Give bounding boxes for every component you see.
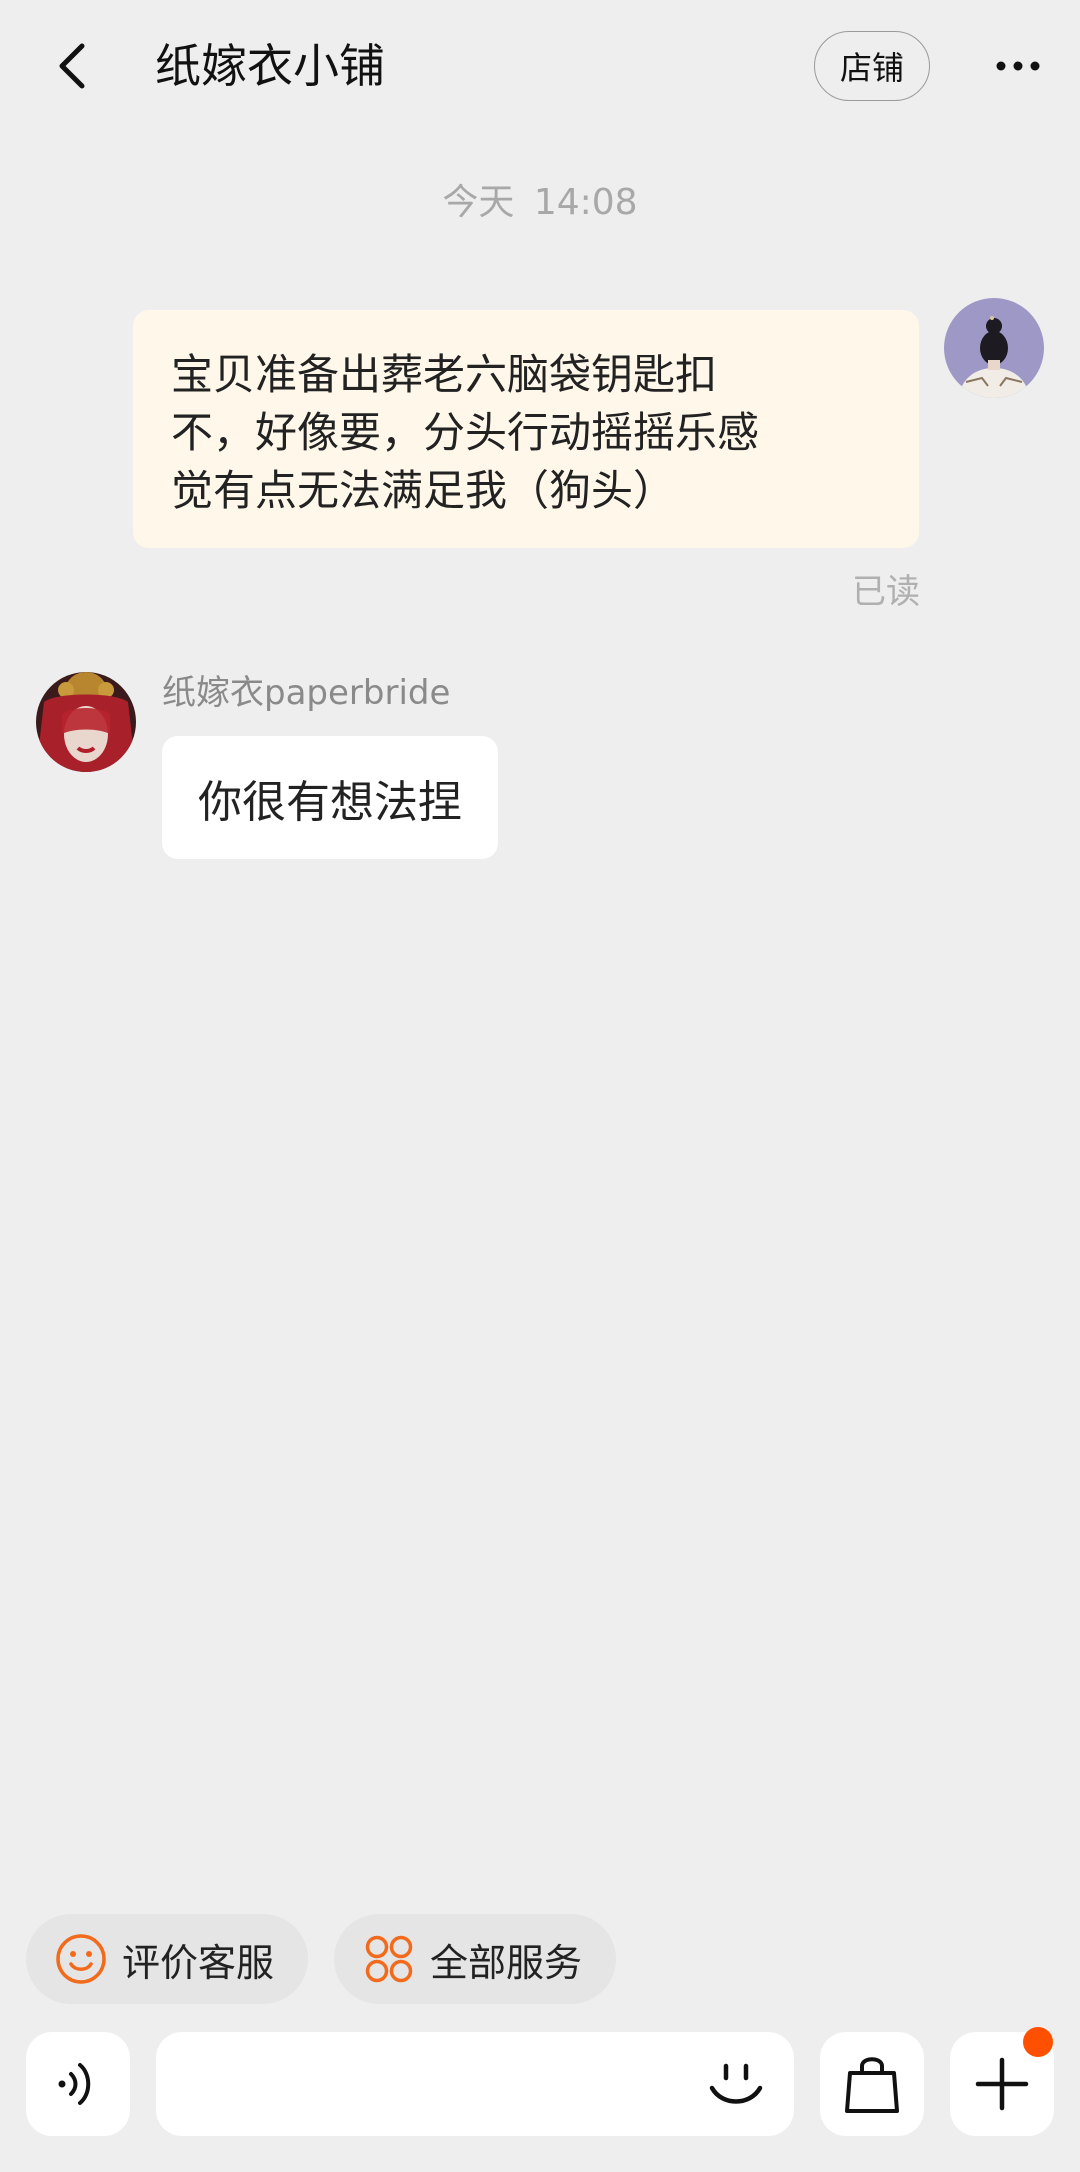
read-status: 已读 [852,572,920,612]
incoming-message-bubble[interactable]: 你很有想法捏 [162,736,498,859]
chevron-left-icon [59,43,85,89]
voice-button[interactable] [26,2032,130,2136]
chat-timestamp: 今天 14:08 [442,182,638,223]
more-button[interactable] [986,34,1050,98]
emoji-button[interactable] [700,2048,772,2120]
sender-name: 纸嫁衣paperbride [162,673,451,713]
smiley-icon [54,1932,108,1986]
shopping-bag-button[interactable] [820,2032,924,2136]
shop-button[interactable]: 店铺 [814,31,930,101]
top-bar: 纸嫁衣小铺 店铺 [0,0,1080,140]
message-line: 宝贝准备出葬老六脑袋钥匙扣 [171,350,718,399]
voice-icon [58,2063,91,2105]
chip-label: 全部服务 [430,1940,583,1985]
notification-dot [1023,2027,1053,2057]
user-avatar[interactable] [944,298,1044,398]
page-title: 纸嫁衣小铺 [155,39,385,93]
plus-icon [975,2057,1029,2111]
grid-apps-icon [362,1932,416,1986]
rate-service-chip[interactable]: 评价客服 [26,1914,308,2004]
all-services-chip[interactable]: 全部服务 [334,1914,616,2004]
chat-screen: 纸嫁衣小铺 店铺 今天 14:08 宝贝准备出葬老六脑袋钥匙扣 不，好像要，分头… [0,0,1080,2172]
shop-avatar-image [36,672,136,772]
message-input[interactable] [156,2032,794,2136]
emoji-icon [709,2063,763,2104]
back-button[interactable] [40,30,104,102]
chip-label: 评价客服 [122,1940,275,1985]
outgoing-message-bubble[interactable]: 宝贝准备出葬老六脑袋钥匙扣 不，好像要，分头行动摇摇乐感 觉有点无法满足我（狗头… [133,310,919,548]
more-horizontal-icon [996,61,1040,71]
message-line: 不，好像要，分头行动摇摇乐感 [171,408,760,457]
shop-avatar[interactable] [36,672,136,772]
message-line: 觉有点无法满足我（狗头） [171,466,676,515]
shopping-bag-icon [845,2057,899,2113]
user-avatar-image [944,298,1044,398]
